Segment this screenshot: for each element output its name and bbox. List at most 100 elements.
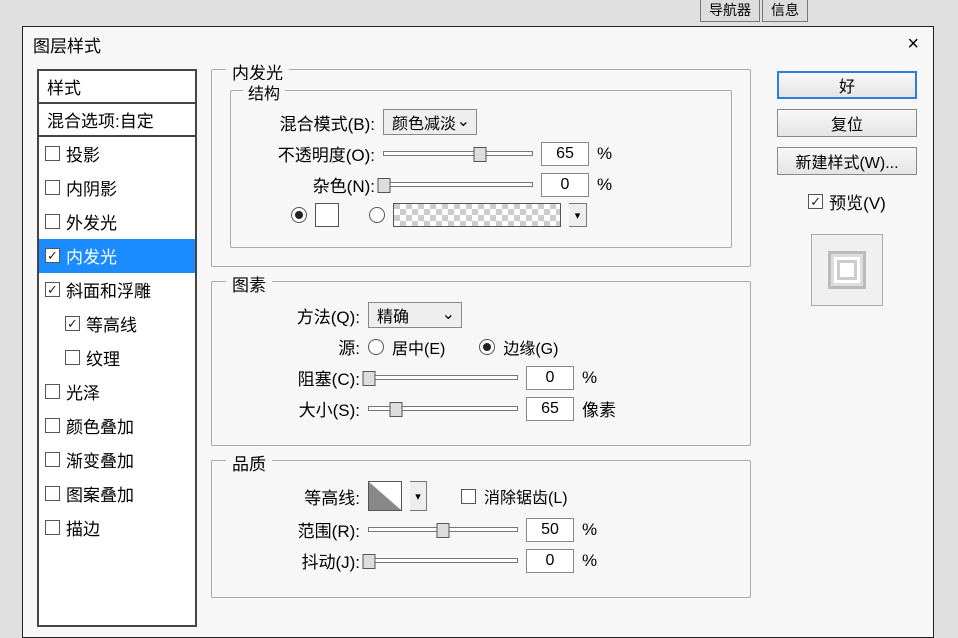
style-item-label: 等高线 — [86, 311, 137, 336]
range-input[interactable] — [526, 518, 574, 542]
source-label: 源: — [230, 334, 360, 359]
style-item-label: 描边 — [66, 515, 100, 540]
style-checkbox[interactable] — [45, 384, 60, 399]
style-checkbox[interactable] — [45, 214, 60, 229]
style-item-label: 投影 — [66, 141, 100, 166]
blending-options-item[interactable]: 混合选项:自定 — [39, 104, 195, 137]
jitter-input[interactable] — [526, 549, 574, 573]
style-item-1[interactable]: 内阴影 — [39, 171, 195, 205]
jitter-slider[interactable] — [368, 558, 518, 563]
style-checkbox[interactable] — [45, 452, 60, 467]
style-checkbox[interactable] — [45, 248, 60, 263]
gradient-picker-caret[interactable]: ▾ — [569, 203, 587, 227]
noise-unit: % — [597, 175, 612, 195]
style-item-4[interactable]: 斜面和浮雕 — [39, 273, 195, 307]
size-slider[interactable] — [368, 406, 518, 411]
gradient-radio[interactable] — [369, 207, 385, 223]
style-item-8[interactable]: 颜色叠加 — [39, 409, 195, 443]
blend-mode-select[interactable]: 颜色减淡 — [383, 109, 477, 135]
source-edge-label: 边缘(G) — [503, 335, 558, 359]
style-checkbox[interactable] — [45, 146, 60, 161]
technique-select[interactable]: 精确 — [368, 302, 462, 328]
jitter-unit: % — [582, 551, 597, 571]
range-unit: % — [582, 520, 597, 540]
style-item-label: 内阴影 — [66, 175, 117, 200]
range-label: 范围(R): — [230, 517, 360, 542]
contour-picker-caret[interactable]: ▾ — [410, 481, 427, 511]
styles-list: 样式 混合选项:自定 投影内阴影外发光内发光斜面和浮雕等高线纹理光泽颜色叠加渐变… — [37, 69, 197, 627]
style-checkbox[interactable] — [45, 486, 60, 501]
style-item-label: 外发光 — [66, 209, 117, 234]
choke-unit: % — [582, 368, 597, 388]
style-item-label: 光泽 — [66, 379, 100, 404]
styles-header[interactable]: 样式 — [39, 71, 195, 104]
color-swatch[interactable] — [315, 203, 339, 227]
style-item-0[interactable]: 投影 — [39, 137, 195, 171]
choke-slider[interactable] — [368, 375, 518, 380]
style-item-7[interactable]: 光泽 — [39, 375, 195, 409]
quality-group: 品质 等高线: ▾ 消除锯齿(L) 范围(R): % — [211, 460, 751, 598]
ok-button[interactable]: 好 — [777, 71, 917, 99]
bg-tab-navigator[interactable]: 导航器 — [700, 0, 760, 22]
style-checkbox[interactable] — [45, 180, 60, 195]
style-checkbox[interactable] — [65, 316, 80, 331]
style-item-label: 渐变叠加 — [66, 447, 134, 472]
dialog-title: 图层样式 — [33, 32, 101, 57]
opacity-slider[interactable] — [383, 151, 533, 156]
style-item-5[interactable]: 等高线 — [39, 307, 195, 341]
contour-label: 等高线: — [230, 484, 360, 509]
style-item-9[interactable]: 渐变叠加 — [39, 443, 195, 477]
style-checkbox[interactable] — [45, 282, 60, 297]
range-slider[interactable] — [368, 527, 518, 532]
style-item-2[interactable]: 外发光 — [39, 205, 195, 239]
style-item-10[interactable]: 图案叠加 — [39, 477, 195, 511]
cancel-button[interactable]: 复位 — [777, 109, 917, 137]
choke-input[interactable] — [526, 366, 574, 390]
bg-tab-info[interactable]: 信息 — [762, 0, 808, 22]
blend-mode-label: 混合模式(B): — [245, 110, 375, 135]
style-item-11[interactable]: 描边 — [39, 511, 195, 545]
noise-slider[interactable] — [383, 182, 533, 187]
inner-glow-panel: 内发光 结构 混合模式(B): 颜色减淡 不透明度(O): % — [211, 69, 751, 267]
choke-label: 阻塞(C): — [230, 365, 360, 390]
contour-swatch[interactable] — [368, 481, 402, 511]
style-checkbox[interactable] — [45, 520, 60, 535]
preview-thumbnail — [811, 234, 883, 306]
jitter-label: 抖动(J): — [230, 548, 360, 573]
layer-style-dialog: 图层样式 × 样式 混合选项:自定 投影内阴影外发光内发光斜面和浮雕等高线纹理光… — [22, 26, 934, 638]
new-style-button[interactable]: 新建样式(W)... — [777, 147, 917, 175]
style-item-label: 纹理 — [86, 345, 120, 370]
gradient-swatch[interactable] — [393, 203, 561, 227]
source-center-radio[interactable] — [368, 339, 384, 355]
style-item-label: 斜面和浮雕 — [66, 277, 151, 302]
size-input[interactable] — [526, 397, 574, 421]
noise-label: 杂色(N): — [245, 172, 375, 197]
size-unit: 像素 — [582, 396, 616, 421]
style-item-label: 颜色叠加 — [66, 413, 134, 438]
style-item-label: 图案叠加 — [66, 481, 134, 506]
close-icon[interactable]: × — [903, 33, 923, 56]
opacity-label: 不透明度(O): — [245, 141, 375, 166]
opacity-unit: % — [597, 144, 612, 164]
dialog-titlebar: 图层样式 × — [23, 27, 933, 61]
noise-input[interactable] — [541, 173, 589, 197]
antialias-label: 消除锯齿(L) — [484, 484, 568, 508]
style-item-6[interactable]: 纹理 — [39, 341, 195, 375]
preview-label: 预览(V) — [829, 189, 886, 214]
source-center-label: 居中(E) — [392, 335, 445, 359]
preview-checkbox[interactable] — [808, 194, 823, 209]
opacity-input[interactable] — [541, 142, 589, 166]
style-checkbox[interactable] — [45, 418, 60, 433]
antialias-checkbox[interactable] — [461, 489, 476, 504]
elements-group: 图素 方法(Q): 精确 源: 居中(E) 边缘(G) 阻塞(C): — [211, 281, 751, 446]
size-label: 大小(S): — [230, 396, 360, 421]
style-item-3[interactable]: 内发光 — [39, 239, 195, 273]
style-item-label: 内发光 — [66, 243, 117, 268]
structure-group: 结构 混合模式(B): 颜色减淡 不透明度(O): % — [230, 90, 732, 248]
color-radio[interactable] — [291, 207, 307, 223]
structure-legend: 结构 — [243, 80, 285, 104]
source-edge-radio[interactable] — [479, 339, 495, 355]
style-checkbox[interactable] — [65, 350, 80, 365]
elements-legend: 图素 — [226, 271, 272, 296]
quality-legend: 品质 — [226, 450, 272, 475]
